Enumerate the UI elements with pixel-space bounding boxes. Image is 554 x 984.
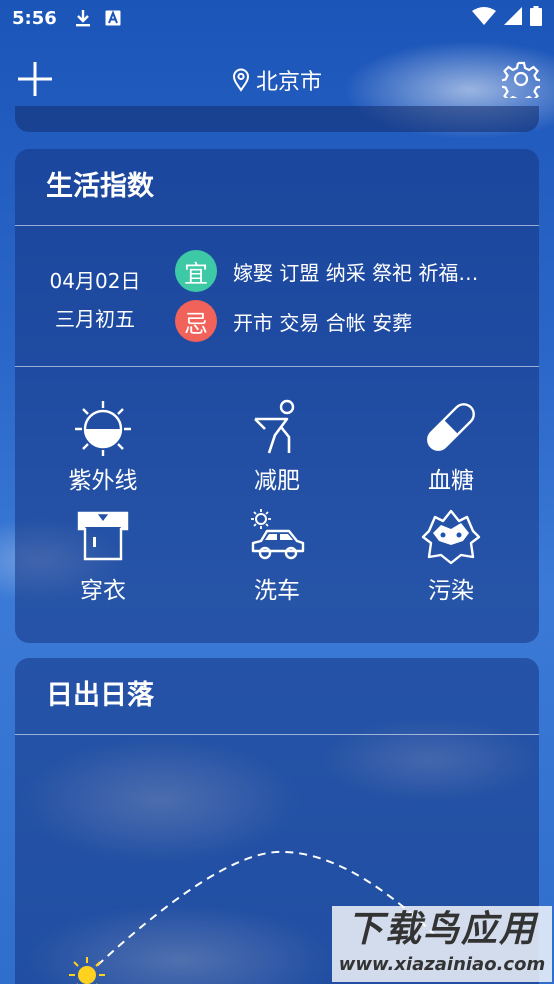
car-wash-icon xyxy=(251,509,305,560)
life-index-grid: 紫外线 减肥 血糖 穿衣 洗车 污染 xyxy=(15,367,539,637)
weather-card-bottom xyxy=(15,106,539,132)
index-item-clothing[interactable]: 穿衣 xyxy=(43,507,163,605)
watermark-url: www.xiazainiao.com xyxy=(338,954,546,975)
ji-row: 忌 开市 交易 合帐 安葬 xyxy=(175,300,412,342)
almanac-date: 04月02日 三月初五 xyxy=(45,262,145,338)
index-item-blood-sugar[interactable]: 血糖 xyxy=(391,397,511,495)
status-bar: 5:56 xyxy=(0,0,554,36)
ji-text: 开市 交易 合帐 安葬 xyxy=(233,310,413,335)
solar-date: 04月02日 xyxy=(49,269,141,293)
index-item-weight-loss[interactable]: 减肥 xyxy=(217,397,337,495)
index-label-uv: 紫外线 xyxy=(68,468,138,494)
download-icon xyxy=(75,9,91,27)
pollution-icon xyxy=(421,509,481,565)
sun-icon xyxy=(69,957,105,984)
settings-button[interactable] xyxy=(499,60,543,106)
yi-row: 宜 嫁娶 订盟 纳采 祭祀 祈福… xyxy=(175,250,478,292)
index-item-uv[interactable]: 紫外线 xyxy=(43,397,163,495)
battery-icon xyxy=(530,5,542,31)
font-icon xyxy=(105,9,121,27)
wifi-icon xyxy=(472,6,496,30)
watermark-main: 下载鸟应用 xyxy=(346,909,537,950)
index-item-pollution[interactable]: 污染 xyxy=(391,507,511,605)
yi-badge: 宜 xyxy=(175,250,217,292)
lunar-date: 三月初五 xyxy=(55,307,135,331)
ji-badge: 忌 xyxy=(175,300,217,342)
yi-text: 嫁娶 订盟 纳采 祭祀 祈福… xyxy=(233,260,479,285)
index-label-blood-sugar: 血糖 xyxy=(428,468,474,494)
gear-icon xyxy=(499,61,543,106)
sunrise-sunset-title: 日出日落 xyxy=(46,680,154,711)
index-label-car-wash: 洗车 xyxy=(254,578,300,604)
location-name: 北京市 xyxy=(255,70,322,95)
status-time: 5:56 xyxy=(12,7,57,29)
uv-icon xyxy=(75,401,131,456)
app-header: 北京市 xyxy=(0,54,554,106)
index-label-clothing: 穿衣 xyxy=(80,578,126,604)
watermark: 下载鸟应用 www.xiazainiao.com xyxy=(332,906,552,982)
exercise-icon xyxy=(254,399,295,454)
clothing-icon xyxy=(77,511,129,561)
life-index-card: 生活指数 04月02日 三月初五 宜 嫁娶 订盟 纳采 祭祀 祈福… 忌 开市 … xyxy=(15,149,539,643)
life-index-title: 生活指数 xyxy=(46,171,154,202)
index-label-weight-loss: 减肥 xyxy=(254,468,300,494)
pill-icon xyxy=(427,403,475,451)
status-indicators xyxy=(472,5,542,31)
index-label-pollution: 污染 xyxy=(428,578,474,604)
signal-icon xyxy=(504,6,522,30)
location-selector[interactable]: 北京市 xyxy=(0,64,554,96)
almanac-section[interactable]: 04月02日 三月初五 宜 嫁娶 订盟 纳采 祭祀 祈福… 忌 开市 交易 合帐… xyxy=(15,226,539,366)
index-item-car-wash[interactable]: 洗车 xyxy=(217,507,337,605)
location-pin-icon xyxy=(232,68,249,92)
